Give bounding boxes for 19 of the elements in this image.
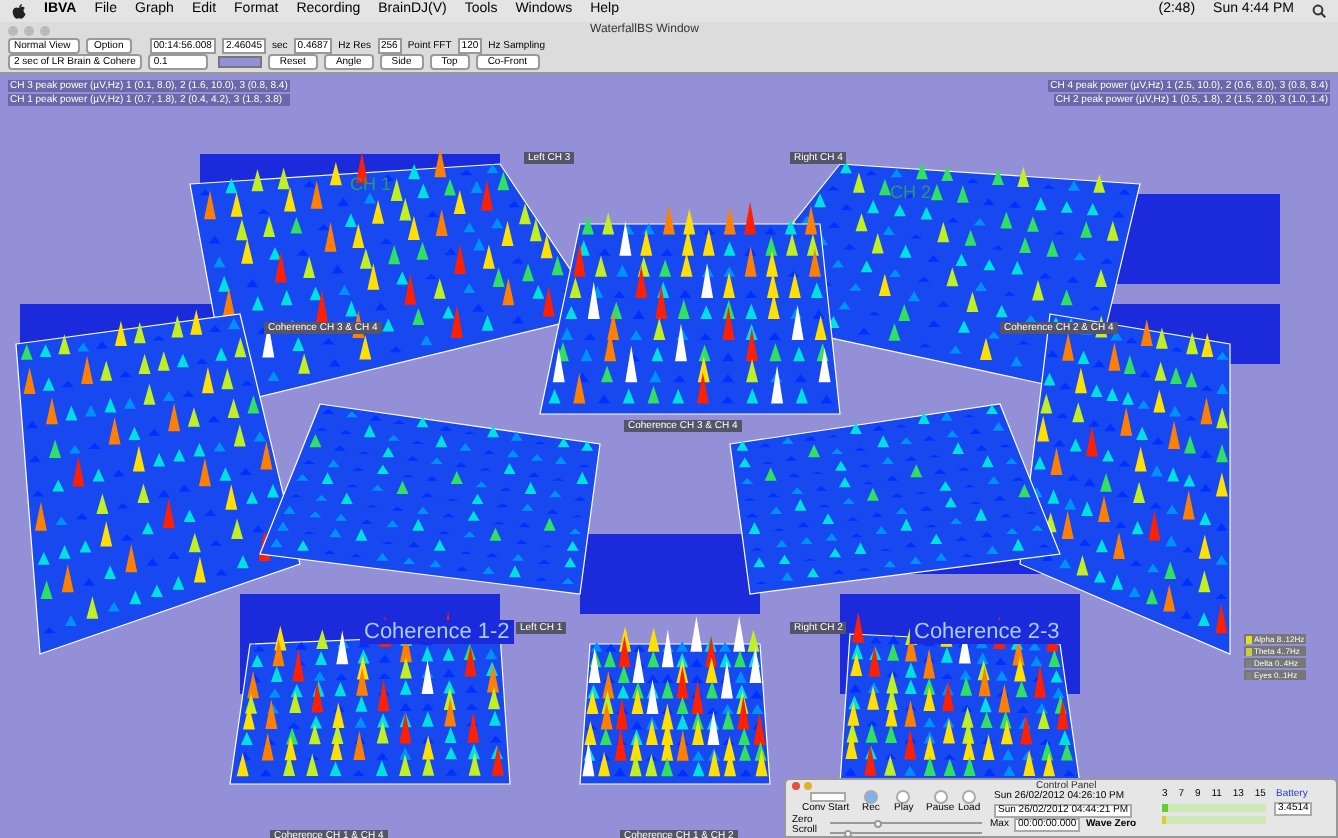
minimize-button[interactable] [24,25,34,35]
search-icon[interactable] [1312,4,1326,18]
transport-button[interactable] [863,790,878,804]
plot-label: CH 2 [890,182,932,202]
slider-thumb[interactable] [873,819,882,827]
plot-label: Coherence 1-2 [360,620,514,644]
conv-start-field[interactable] [810,792,846,802]
plot-label: Coherence 2-3 [910,620,1064,644]
transport-button[interactable] [896,790,911,804]
color-swatch[interactable] [217,56,262,68]
slider-thumb[interactable] [844,829,853,837]
transport-button[interactable] [933,790,948,804]
plot-label: CH 1 [350,174,392,194]
close-button[interactable] [8,25,18,35]
close-button[interactable] [792,782,800,790]
apple-icon[interactable] [12,3,26,19]
transport-button[interactable] [962,790,977,804]
minimize-button[interactable] [804,782,812,790]
zoom-button[interactable] [40,25,50,35]
